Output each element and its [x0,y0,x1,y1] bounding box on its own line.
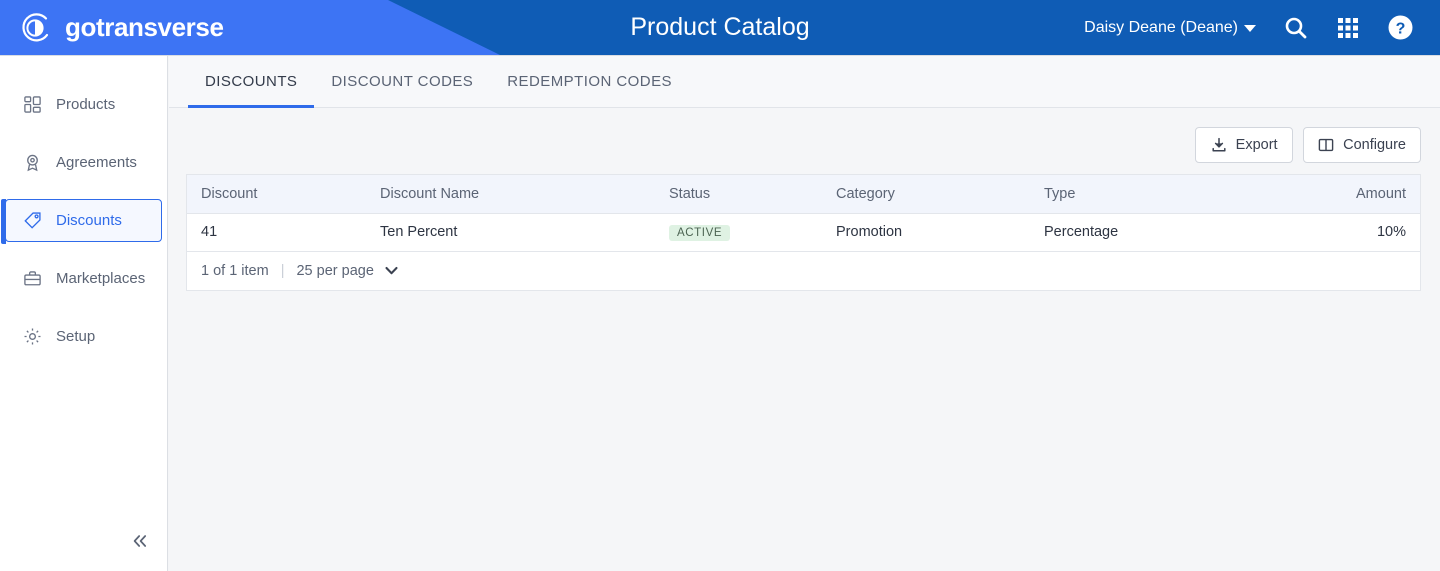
status-badge: ACTIVE [669,224,731,241]
configure-button[interactable]: Configure [1303,126,1421,163]
sidebar-item-discounts[interactable]: Discounts [1,199,162,244]
application-root: gotransverse Product Catalog Daisy Deane… [0,0,1440,571]
sidebar-item-label: Agreements [56,154,137,171]
column-header-discount-name[interactable]: Discount Name [366,175,655,214]
tab-bar: DISCOUNTS DISCOUNT CODES REDEMPTION CODE… [169,56,1440,108]
table-footer: 1 of 1 item | 25 per page [187,251,1420,290]
marketplace-briefcase-icon [23,269,42,288]
per-page-label: 25 per page [296,262,374,279]
sidebar-item-label: Products [56,96,116,113]
sidebar-item-agreements[interactable]: Agreements [5,141,162,184]
tab-redemption-codes[interactable]: REDEMPTION CODES [490,56,689,108]
sidebar-item-label: Setup [56,328,96,345]
discount-tag-icon [23,211,42,230]
setup-gear-icon [23,327,42,346]
column-header-amount[interactable]: Amount [1260,175,1420,214]
footer-separator: | [280,262,285,279]
user-menu[interactable]: Daisy Deane (Deane) [1070,19,1270,37]
chevron-down-icon [1244,25,1256,32]
chevron-double-left-icon [131,532,149,555]
agreement-badge-icon [23,153,42,172]
sidebar-item-setup[interactable]: Setup [5,315,162,358]
sidebar-item-marketplaces[interactable]: Marketplaces [5,257,162,300]
sidebar-nav: Products Agreements Discounts Marketplac… [0,56,167,358]
column-header-type[interactable]: Type [1030,175,1260,214]
app-header: gotransverse Product Catalog Daisy Deane… [0,0,1440,55]
configure-button-label: Configure [1343,136,1406,153]
brand[interactable]: gotransverse [16,0,224,55]
cell-discount: 41 [187,213,366,252]
sidebar-collapse-button[interactable] [124,527,156,559]
header-divider [0,55,1440,56]
products-grid-icon [23,95,42,114]
table-header: Discount Discount Name Status Category T… [187,175,1420,214]
cell-discount-name: Ten Percent [366,213,655,252]
table-toolbar: Export Configure [169,108,1440,163]
apps-grid-icon[interactable] [1322,0,1374,55]
item-count-label: 1 of 1 item [201,262,269,279]
column-header-category[interactable]: Category [822,175,1030,214]
svg-text:?: ? [1395,21,1405,38]
discounts-table-container: Discount Discount Name Status Category T… [186,174,1421,291]
export-button[interactable]: Export [1195,126,1294,163]
cell-type: Percentage [1030,213,1260,252]
table-row[interactable]: 41 Ten Percent ACTIVE Promotion Percenta… [187,213,1420,252]
cell-category: Promotion [822,213,1030,252]
cell-amount: 10% [1260,213,1420,252]
brand-name: gotransverse [65,12,224,42]
user-name: Daisy Deane (Deane) [1084,18,1238,36]
columns-layout-icon [1318,137,1334,153]
discounts-table: Discount Discount Name Status Category T… [187,175,1420,252]
column-header-status[interactable]: Status [655,175,822,214]
table-header-row: Discount Discount Name Status Category T… [187,175,1420,214]
gotransverse-circle-logo-icon [16,9,54,47]
search-icon[interactable] [1270,0,1322,55]
table-body: 41 Ten Percent ACTIVE Promotion Percenta… [187,213,1420,252]
help-circle-icon[interactable]: ? [1374,0,1426,55]
per-page-selector[interactable]: 25 per page [296,262,399,279]
main-content: DISCOUNTS DISCOUNT CODES REDEMPTION CODE… [169,56,1440,571]
sidebar: Products Agreements Discounts Marketplac… [0,56,168,571]
sidebar-item-label: Marketplaces [56,270,146,287]
tab-discount-codes[interactable]: DISCOUNT CODES [314,56,490,108]
sidebar-item-label: Discounts [56,212,122,229]
chevron-down-icon [383,262,400,279]
download-icon [1211,137,1227,153]
column-header-discount[interactable]: Discount [187,175,366,214]
header-actions: Daisy Deane (Deane) ? [1070,0,1426,55]
tab-discounts[interactable]: DISCOUNTS [188,56,315,108]
sidebar-item-products[interactable]: Products [5,83,162,126]
export-button-label: Export [1235,136,1278,153]
cell-status: ACTIVE [655,213,822,252]
